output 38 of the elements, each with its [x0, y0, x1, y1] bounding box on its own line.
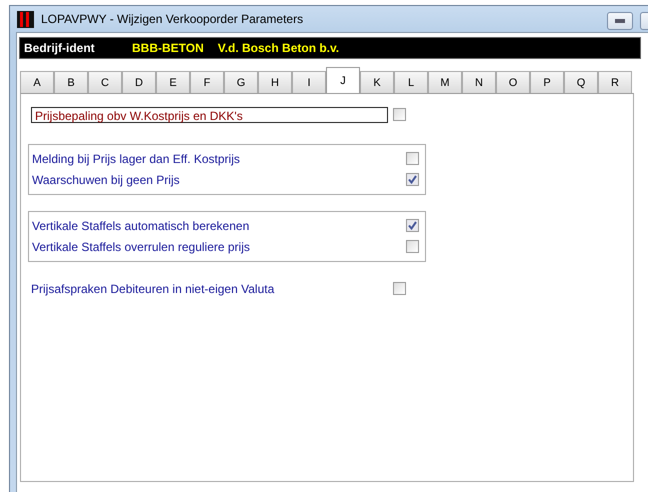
tab[interactable]: K [360, 71, 394, 93]
tab[interactable]: R [598, 71, 632, 93]
option-label: Vertikale Staffels automatisch berekenen [32, 218, 250, 232]
option-label: Waarschuwen bij geen Prijs [32, 172, 180, 186]
tab[interactable]: F [190, 71, 224, 93]
tab[interactable]: L [394, 71, 428, 93]
tab[interactable]: N [462, 71, 496, 93]
checkbox[interactable] [406, 173, 419, 186]
tab[interactable]: E [156, 71, 190, 93]
tab[interactable]: D [122, 71, 156, 93]
checkbox[interactable] [393, 282, 406, 295]
tab[interactable]: P [530, 71, 564, 93]
minimize-button[interactable] [607, 12, 633, 30]
checkbox[interactable] [406, 152, 419, 165]
tab[interactable]: H [258, 71, 292, 93]
tab[interactable]: C [88, 71, 122, 93]
company-code: BBB-BETON [132, 41, 204, 55]
company-name: V.d. Bosch Beton b.v. [218, 41, 340, 55]
tab[interactable]: I [292, 71, 326, 93]
tab[interactable]: A [20, 71, 54, 93]
company-label: Bedrijf-ident [24, 41, 96, 55]
app-icon [17, 10, 34, 28]
tab[interactable]: M [428, 71, 462, 93]
tab[interactable]: O [496, 71, 530, 93]
tab[interactable]: B [54, 71, 88, 93]
tab[interactable]: G [224, 71, 258, 93]
tab[interactable]: Q [564, 71, 598, 93]
checkbox[interactable] [406, 219, 419, 232]
highlighted-label: Prijsbepaling obv W.Kostprijs en DKK's [31, 106, 388, 122]
option-label: Melding bij Prijs lager dan Eff. Kostprijs [32, 152, 240, 166]
option-label: Prijsafspraken Debiteuren in niet-eigen Valuta [31, 282, 274, 296]
maximize-button[interactable] [640, 12, 648, 30]
option-label: Vertikale Staffels overrulen reguliere prijs [32, 240, 250, 254]
window-title: LOPAVPWY - Wijzigen Verkooporder Parameters [41, 12, 304, 26]
checkbox[interactable] [406, 240, 419, 253]
tab[interactable]: J [326, 67, 360, 93]
minimize-icon [615, 19, 625, 23]
checkbox[interactable] [393, 108, 406, 121]
